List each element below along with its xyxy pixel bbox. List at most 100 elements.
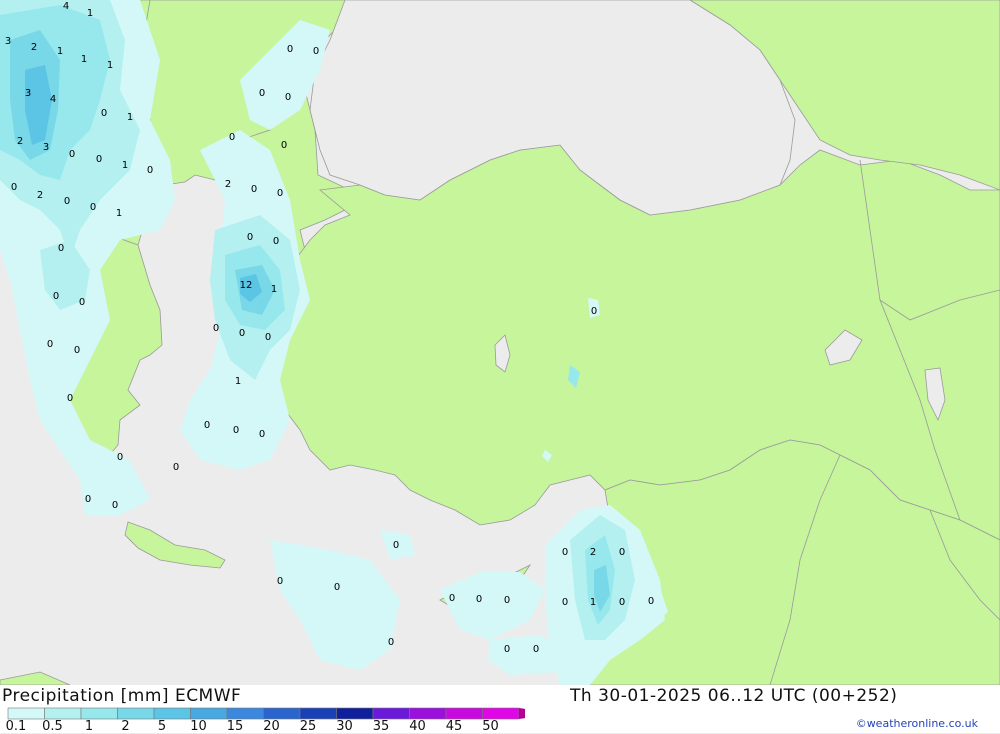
precip-value-label: 0 <box>90 202 96 213</box>
precip-value-label: 0 <box>287 44 293 55</box>
precip-value-label: 0 <box>69 149 75 160</box>
precip-value-label: 0 <box>64 196 70 207</box>
precip-value-label: 0 <box>53 291 59 302</box>
precip-value-label: 1 <box>57 46 63 57</box>
legend-swatch <box>519 708 525 719</box>
map-valid-time: Th 30-01-2025 06..12 UTC (00+252) <box>570 686 898 706</box>
precip-value-label: 0 <box>147 165 153 176</box>
precip-value-label: 2 <box>37 190 43 201</box>
legend-swatch <box>44 707 82 720</box>
precip-value-label: 0 <box>533 644 539 655</box>
legend-swatch <box>190 707 228 720</box>
precip-value-label: 0 <box>117 452 123 463</box>
precip-value-label: 0 <box>562 547 568 558</box>
precip-value-label: 0 <box>79 297 85 308</box>
legend-swatch <box>409 707 447 720</box>
precip-value-label: 3 <box>43 142 49 153</box>
precip-value-label: 1 <box>590 597 596 608</box>
legend-swatch <box>482 707 520 720</box>
precip-value-label: 2 <box>31 42 37 53</box>
precip-value-label: 0 <box>393 540 399 551</box>
legend-swatch <box>263 707 301 720</box>
precip-value-label: 1 <box>107 60 113 71</box>
legend-swatch <box>372 707 410 720</box>
legend-tick-label: 30 <box>336 719 353 734</box>
precip-value-label: 2 <box>225 179 231 190</box>
precip-value-label: 1 <box>127 112 133 123</box>
precip-value-label: 0 <box>229 132 235 143</box>
precip-value-label: 0 <box>247 232 253 243</box>
precip-value-label: 1 <box>87 8 93 19</box>
precip-value-label: 0 <box>449 593 455 604</box>
precip-value-label: 4 <box>50 94 56 105</box>
credit-link[interactable]: ©weatheronline.co.uk <box>856 717 978 730</box>
legend-swatch <box>80 707 118 720</box>
precip-value-label: 0 <box>204 420 210 431</box>
legend-tick-label: 50 <box>482 719 499 734</box>
precip-value-label: 0 <box>74 345 80 356</box>
precip-value-label: 3 <box>25 88 31 99</box>
precip-value-label: 0 <box>504 595 510 606</box>
precip-value-label: 0 <box>251 184 257 195</box>
precip-value-label: 0 <box>648 596 654 607</box>
precip-value-label: 0 <box>388 637 394 648</box>
legend-tick-label: 1 <box>84 719 94 734</box>
legend-swatch <box>299 707 337 720</box>
precip-value-label: 0 <box>334 582 340 593</box>
precip-value-label: 0 <box>233 425 239 436</box>
precip-value-label: 0 <box>101 108 107 119</box>
precip-value-label: 0 <box>313 46 319 57</box>
precip-value-label: 0 <box>476 594 482 605</box>
precip-value-label: 0 <box>591 306 597 317</box>
legend-swatch <box>153 707 191 720</box>
precip-value-label: 0 <box>273 236 279 247</box>
precip-value-label: 0 <box>11 182 17 193</box>
precip-value-label: 0 <box>259 88 265 99</box>
precip-value-label: 1 <box>271 284 277 295</box>
legend-tick-label: 0.1 <box>5 719 27 734</box>
legend-swatch <box>226 707 264 720</box>
legend-tick-label: 45 <box>445 719 463 734</box>
precip-value-label: 0 <box>259 429 265 440</box>
legend-tick-label: 10 <box>190 719 207 734</box>
precip-value-label: 0 <box>277 576 283 587</box>
precip-value-label: 2 <box>17 136 23 147</box>
legend-tick-label: 20 <box>263 719 280 734</box>
precip-value-label: 1 <box>81 54 87 65</box>
legend-tick-label: 2 <box>121 719 130 734</box>
precip-value-label: 0 <box>173 462 179 473</box>
legend-tick-label: 0.5 <box>42 719 63 734</box>
precip-value-label: 0 <box>239 328 245 339</box>
precip-value-label: 0 <box>285 92 291 103</box>
precip-value-label: 0 <box>85 494 91 505</box>
precip-value-label: 0 <box>562 597 568 608</box>
precip-value-label: 1 <box>122 160 128 171</box>
precip-value-label: 0 <box>67 393 73 404</box>
legend-tick-label: 40 <box>409 719 426 734</box>
map-title: Precipitation [mm] ECMWF <box>2 686 242 706</box>
precip-value-label: 0 <box>96 154 102 165</box>
legend-swatch <box>445 707 483 720</box>
legend-tick-label: 25 <box>299 719 317 734</box>
precip-value-label: 1 <box>235 376 241 387</box>
legend-swatch <box>336 707 374 720</box>
precip-value-label: 4 <box>63 1 69 12</box>
precip-value-label: 0 <box>277 188 283 199</box>
legend-swatch <box>117 707 155 720</box>
precip-value-label: 1 <box>116 208 122 219</box>
precip-value-label: 0 <box>504 644 510 655</box>
precip-value-label: 0 <box>47 339 53 350</box>
legend-tick-label: 15 <box>226 719 244 734</box>
precip-value-label: 0 <box>265 332 271 343</box>
precip-value-label: 0 <box>112 500 118 511</box>
precip-value-label: 0 <box>213 323 219 334</box>
precip-value-label: 0 <box>619 547 625 558</box>
precip-value-label: 0 <box>281 140 287 151</box>
precip-value-label: 12 <box>240 280 253 291</box>
precipitation-map: 4132 1110 03400 010230 01 000 2 0 021000 0012 1000… <box>0 0 1000 685</box>
legend-tick-label: 5 <box>157 719 167 734</box>
legend-swatch <box>7 707 45 720</box>
legend-tick-label: 35 <box>372 719 390 734</box>
map-footer: Precipitation [mm] ECMWF Th 30-01-2025 0… <box>0 685 1000 734</box>
precip-value-label: 2 <box>590 547 596 558</box>
